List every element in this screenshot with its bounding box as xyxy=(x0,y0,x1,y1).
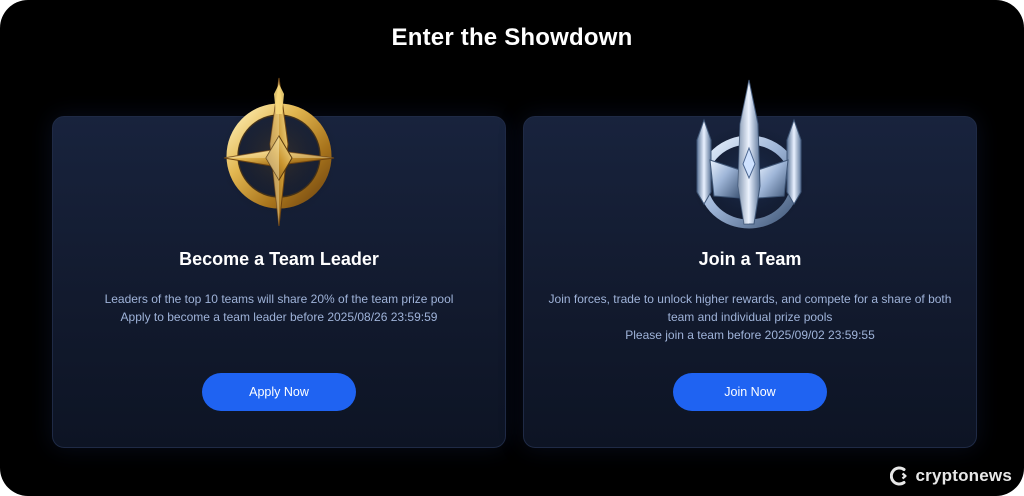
cryptonews-logo-icon xyxy=(889,466,907,486)
team-leader-line-2: Apply to become a team leader before 202… xyxy=(120,310,438,324)
gold-compass-star-icon xyxy=(214,74,344,234)
team-leader-description: Leaders of the top 10 teams will share 2… xyxy=(73,290,485,326)
app-frame: Enter the Showdown Become a Team Leader … xyxy=(0,0,1024,496)
cryptonews-watermark: cryptonews xyxy=(889,466,1012,486)
team-leader-title: Become a Team Leader xyxy=(179,249,379,269)
apply-now-button[interactable]: Apply Now xyxy=(202,373,356,411)
join-team-description: Join forces, trade to unlock higher rewa… xyxy=(544,290,956,344)
join-now-button[interactable]: Join Now xyxy=(673,373,827,411)
join-team-line-1: Join forces, trade to unlock higher rewa… xyxy=(548,292,952,324)
silver-starship-icon xyxy=(684,74,814,234)
page-title: Enter the Showdown xyxy=(391,24,633,51)
team-leader-line-1: Leaders of the top 10 teams will share 2… xyxy=(104,292,454,306)
join-team-title: Join a Team xyxy=(698,249,802,269)
join-team-line-2: Please join a team before 2025/09/02 23:… xyxy=(625,328,875,342)
watermark-text: cryptonews xyxy=(915,466,1012,485)
